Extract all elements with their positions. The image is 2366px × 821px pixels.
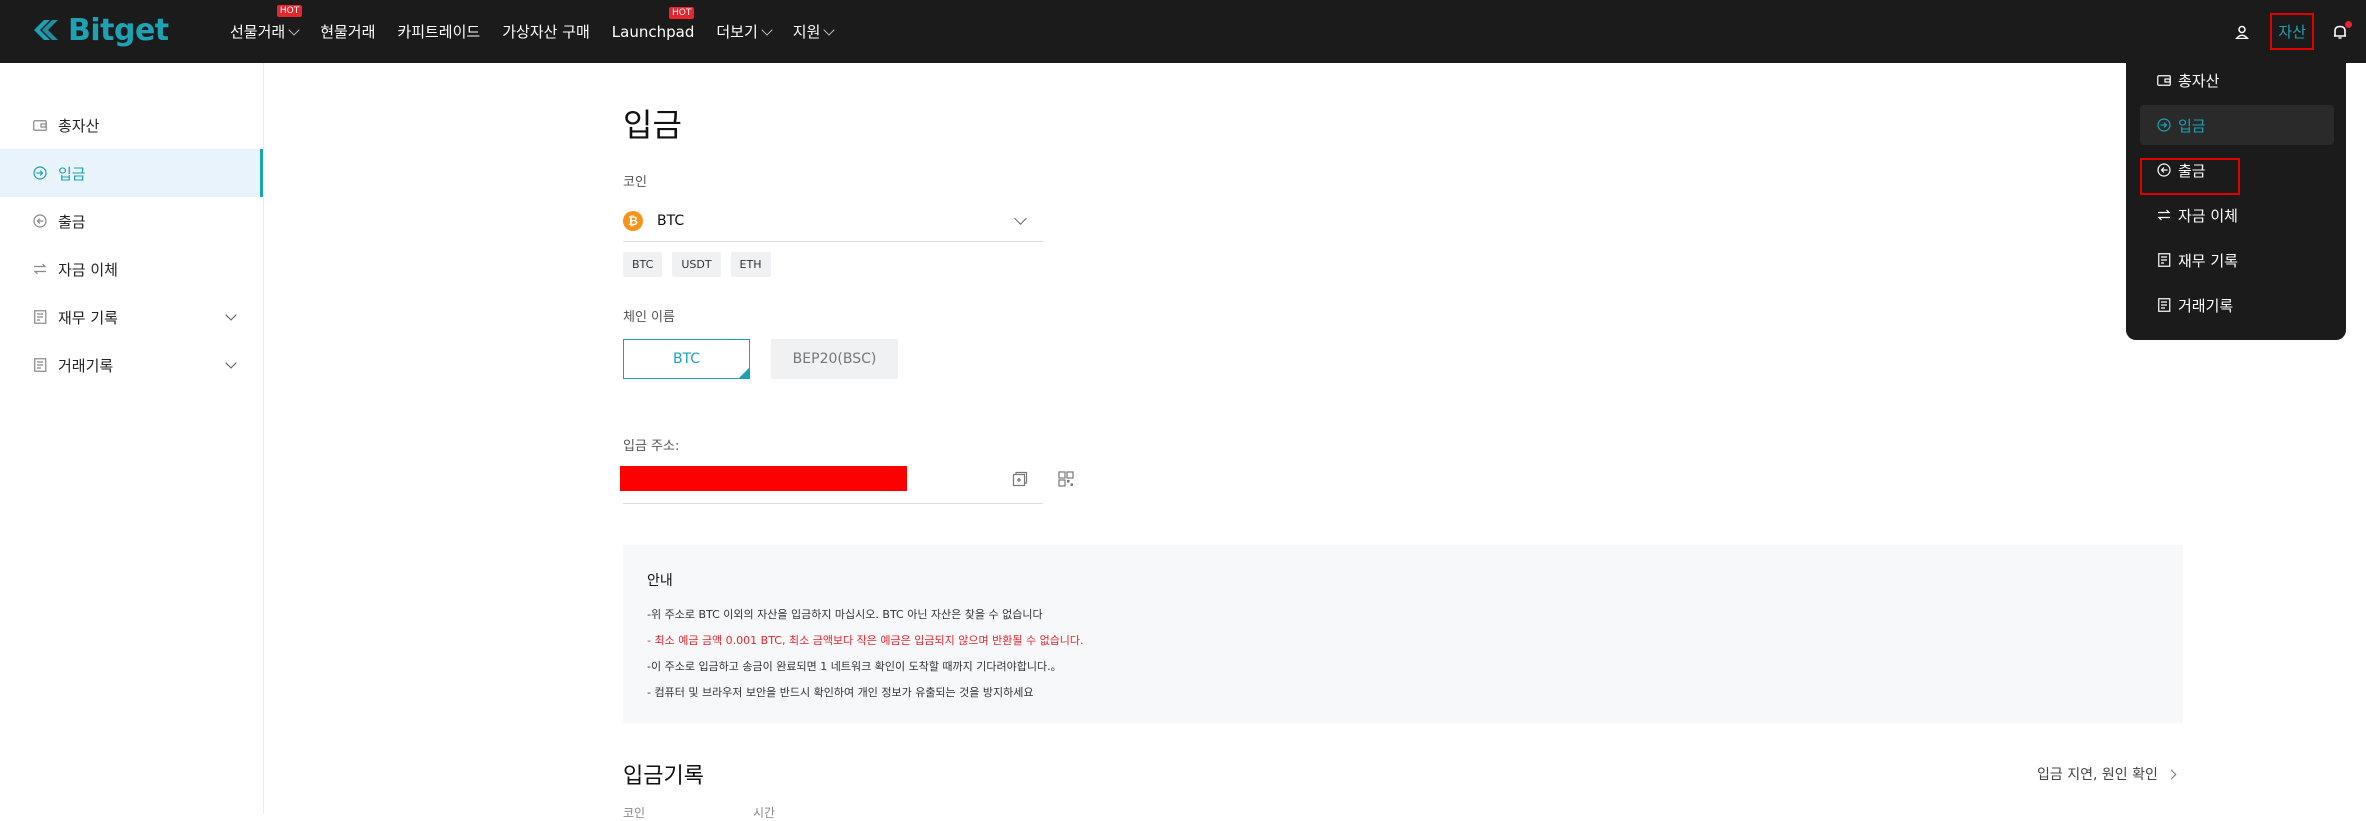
notice-line: - 컴퓨터 및 브라우저 보안을 반드시 확인하여 개인 정보가 유출되는 것을…	[647, 686, 1034, 699]
sidebar-item-label: 거래기록	[58, 356, 114, 375]
page-title: 입금	[623, 106, 682, 144]
nav-more[interactable]: 더보기	[716, 21, 773, 42]
asset-menu-button[interactable]: 자산	[2270, 13, 2314, 50]
nav-support-label: 지원	[792, 23, 821, 41]
copy-icon[interactable]	[1011, 470, 1029, 488]
chain-option-bep20[interactable]: BEP20(BSC)	[771, 339, 898, 379]
coin-quick-chips: BTC USDT ETH	[623, 252, 781, 277]
chevron-down-icon	[225, 309, 237, 321]
sidebar: 총자산 입금 출금 자금 이체 재무 기록 거래기록	[0, 63, 264, 814]
dropdown-item-deposit[interactable]: 입금	[2140, 105, 2334, 145]
btc-icon: ₿	[623, 210, 643, 231]
coin-select[interactable]: ₿ BTC	[623, 200, 1043, 242]
sidebar-item-withdraw[interactable]: 출금	[0, 197, 263, 245]
withdraw-icon	[32, 213, 48, 229]
chevron-down-icon	[761, 23, 773, 36]
asset-dropdown-menu: 총자산 입금 출금 자금 이체 재무 기록 거래기록	[2126, 52, 2346, 340]
coin-chip-btc[interactable]: BTC	[623, 252, 663, 277]
chevron-down-icon	[288, 23, 300, 36]
chevron-right-icon	[2166, 769, 2177, 779]
nav-launchpad[interactable]: Launchpad HOT	[611, 6, 695, 41]
deposit-records-title: 입금기록	[623, 764, 704, 789]
notice-line-warning: - 최소 예금 금액 0.001 BTC, 최소 금액보다 작은 예금은 입금되…	[647, 634, 1084, 647]
sidebar-item-deposit[interactable]: 입금	[0, 149, 263, 197]
transfer-icon	[2156, 207, 2172, 223]
wallet-icon	[32, 117, 48, 133]
sidebar-item-transfer[interactable]: 자금 이체	[0, 245, 263, 293]
deposit-address-field	[620, 462, 1043, 504]
column-header-coin: 코인	[623, 806, 646, 820]
nav-more-label: 더보기	[716, 23, 758, 41]
main-nav: 선물거래 HOT 현물거래 카피트레이드 가상자산 구매 Launchpad H…	[230, 0, 855, 63]
chevron-down-icon	[823, 23, 836, 36]
dropdown-item-label: 입금	[2178, 116, 2206, 135]
sidebar-item-financial-records[interactable]: 재무 기록	[0, 293, 263, 341]
top-navbar: Bitget 선물거래 HOT 현물거래 카피트레이드 가상자산 구매 Laun…	[0, 0, 2366, 63]
sidebar-item-label: 재무 기록	[58, 308, 118, 327]
transfer-icon	[32, 261, 48, 277]
notice-line: -이 주소로 입금하고 송금이 완료되면 1 네트워크 확인이 도착할 때까지 …	[647, 660, 1062, 673]
nav-spot[interactable]: 현물거래	[320, 21, 375, 42]
record-icon	[32, 309, 48, 325]
record-icon	[2156, 252, 2172, 268]
brand-name: Bitget	[68, 12, 169, 48]
nav-buy-crypto-label: 가상자산 구매	[502, 23, 590, 41]
nav-spot-label: 현물거래	[320, 23, 376, 41]
bitget-logo-icon	[34, 20, 58, 40]
nav-support[interactable]: 지원	[792, 21, 836, 42]
sidebar-item-total-assets[interactable]: 총자산	[0, 101, 263, 149]
deposit-icon	[32, 165, 48, 181]
dropdown-item-financial-records[interactable]: 재무 기록	[2140, 240, 2334, 280]
hot-badge: HOT	[669, 6, 695, 19]
dropdown-item-total-assets[interactable]: 총자산	[2140, 60, 2334, 100]
coin-chip-eth[interactable]: ETH	[730, 252, 771, 277]
deposit-notice: 안내 -위 주소로 BTC 이외의 자산을 입금하지 마십시오. BTC 아닌 …	[623, 545, 2183, 723]
chevron-down-icon	[1014, 212, 1027, 225]
nav-buy-crypto[interactable]: 가상자산 구매	[502, 21, 590, 42]
dropdown-item-transfer[interactable]: 자금 이체	[2140, 195, 2334, 235]
hot-badge: HOT	[276, 5, 303, 17]
user-icon[interactable]	[2230, 20, 2254, 44]
nav-copy-trade-label: 카피트레이드	[397, 23, 481, 41]
coin-label: 코인	[623, 175, 647, 190]
sidebar-item-label: 입금	[58, 164, 86, 183]
deposit-icon	[2156, 117, 2172, 133]
column-header-time: 시간	[753, 806, 776, 820]
notification-dot	[2345, 20, 2352, 28]
chain-option-btc[interactable]: BTC	[623, 339, 750, 379]
bell-icon[interactable]	[2328, 20, 2352, 44]
nav-launchpad-label: Launchpad	[611, 22, 695, 41]
deposit-delay-link[interactable]: 입금 지연, 원인 확인	[2037, 764, 2177, 784]
deposit-delay-link-label: 입금 지연, 원인 확인	[2037, 767, 2158, 783]
trade-record-icon	[32, 357, 48, 373]
sidebar-item-label: 출금	[58, 212, 86, 231]
dropdown-item-trade-records[interactable]: 거래기록	[2140, 285, 2334, 325]
bitget-logo[interactable]: Bitget	[28, 12, 169, 48]
notice-title: 안내	[647, 573, 673, 589]
dropdown-item-label: 재무 기록	[2178, 251, 2238, 270]
chevron-down-icon	[225, 357, 237, 369]
wallet-icon	[2156, 72, 2172, 88]
dropdown-item-withdraw[interactable]: 출금	[2140, 150, 2334, 190]
sidebar-item-label: 자금 이체	[58, 260, 118, 279]
sidebar-item-trade-records[interactable]: 거래기록	[0, 341, 263, 389]
redacted-address	[620, 466, 907, 491]
nav-futures-label: 선물거래	[230, 23, 286, 41]
trade-record-icon	[2156, 297, 2172, 313]
dropdown-item-label: 출금	[2178, 161, 2206, 180]
dropdown-item-label: 총자산	[2178, 71, 2220, 90]
notice-line: -위 주소로 BTC 이외의 자산을 입금하지 마십시오. BTC 아닌 자산은…	[647, 608, 1043, 621]
nav-copy-trade[interactable]: 카피트레이드	[397, 21, 480, 42]
sidebar-item-label: 총자산	[58, 116, 100, 135]
withdraw-icon	[2156, 162, 2172, 178]
chain-label: 체인 이름	[623, 310, 675, 325]
coin-chip-usdt[interactable]: USDT	[672, 252, 721, 277]
address-label: 입금 주소:	[623, 439, 680, 454]
nav-futures[interactable]: 선물거래 HOT	[230, 5, 303, 42]
dropdown-item-label: 거래기록	[2178, 296, 2234, 315]
dropdown-item-label: 자금 이체	[2178, 206, 2238, 225]
qr-code-icon[interactable]	[1057, 470, 1075, 488]
coin-select-value: BTC	[657, 212, 685, 229]
